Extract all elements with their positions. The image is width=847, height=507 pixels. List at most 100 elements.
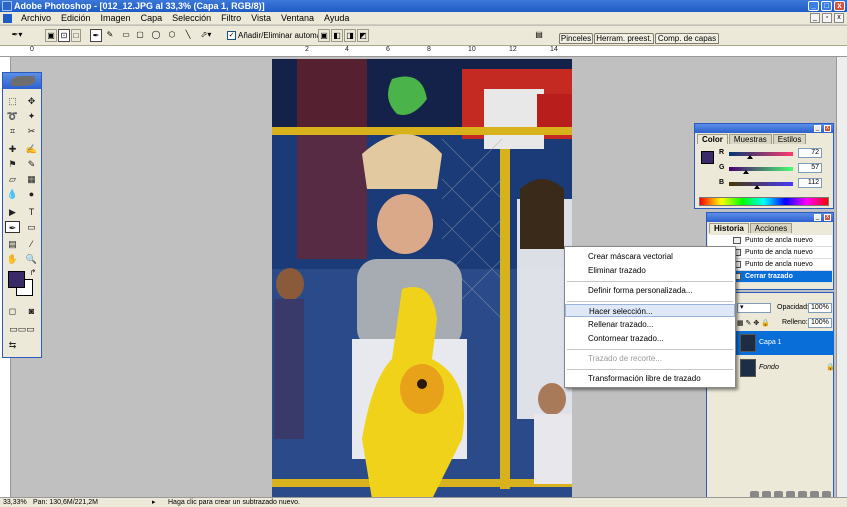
shape-layers-icon[interactable]: ▣: [45, 29, 57, 42]
minimize-button[interactable]: _: [808, 1, 819, 11]
panel-close-icon[interactable]: x: [824, 214, 831, 221]
panel-minimize-icon[interactable]: _: [814, 214, 821, 221]
photoshop-doc-icon[interactable]: [3, 14, 12, 23]
eyedropper-tool-icon[interactable]: ⁄: [24, 238, 39, 250]
intersect-path-area-icon[interactable]: ◨: [344, 29, 356, 42]
blur-tool-icon[interactable]: 💧: [5, 188, 20, 200]
move-tool-icon[interactable]: ✥: [24, 95, 39, 107]
menu-item-definir-forma[interactable]: Definir forma personalizada...: [565, 284, 735, 297]
ellipse-shape-icon[interactable]: ◯: [150, 29, 162, 42]
menu-capa[interactable]: Capa: [136, 13, 168, 23]
quick-mask-mode-icon[interactable]: ◙: [24, 305, 39, 317]
clone-stamp-tool-icon[interactable]: ⚑: [5, 158, 20, 170]
menu-vista[interactable]: Vista: [246, 13, 276, 23]
lock-icons[interactable]: ▦ ✎ ✥ 🔒: [737, 319, 770, 327]
red-slider[interactable]: R 72: [719, 148, 829, 159]
tab-muestras[interactable]: Muestras: [728, 134, 772, 144]
dodge-tool-icon[interactable]: ●: [24, 188, 39, 200]
tab-herram-preest[interactable]: Herram. preest.: [594, 33, 654, 44]
color-panel-foreground-swatch[interactable]: [701, 151, 714, 164]
jump-to-imageready-icon[interactable]: ⇆: [5, 339, 20, 351]
status-arrow-icon[interactable]: ▸: [152, 498, 156, 507]
blue-track[interactable]: [729, 182, 793, 186]
green-value-input[interactable]: 57: [798, 163, 822, 173]
blue-value-input[interactable]: 112: [798, 178, 822, 188]
type-tool-icon[interactable]: T: [24, 206, 39, 218]
tab-historia[interactable]: Historia: [709, 223, 749, 233]
color-spectrum-bar[interactable]: [699, 197, 829, 206]
pen-tool-preset-icon[interactable]: ✒▾: [6, 29, 28, 42]
document-image[interactable]: [272, 59, 572, 497]
line-shape-icon[interactable]: ╲: [182, 29, 194, 42]
blend-mode-select[interactable]: ▾: [737, 303, 771, 313]
add-remove-checkbox[interactable]: ✓: [227, 31, 236, 40]
panel-close-icon[interactable]: x: [824, 125, 831, 132]
blue-thumb[interactable]: [754, 185, 760, 189]
lasso-tool-icon[interactable]: ➰: [5, 110, 20, 122]
red-thumb[interactable]: [747, 155, 753, 159]
standard-mode-icon[interactable]: ◻: [5, 305, 20, 317]
add-path-area-icon[interactable]: ▣: [318, 29, 330, 42]
green-track[interactable]: [729, 167, 793, 171]
pen-tool-icon[interactable]: ✒: [5, 221, 20, 233]
subtract-path-area-icon[interactable]: ◧: [331, 29, 343, 42]
file-browser-icon[interactable]: ▤: [532, 29, 546, 42]
polygon-shape-icon[interactable]: ⬡: [166, 29, 178, 42]
opacity-input[interactable]: 100%: [808, 303, 832, 313]
menu-item-transformacion-libre[interactable]: Transformación libre de trazado: [565, 372, 735, 385]
green-slider[interactable]: G 57: [719, 163, 829, 174]
doc-restore-icon[interactable]: ▫: [822, 13, 832, 23]
marquee-tool-icon[interactable]: ⬚: [5, 95, 20, 107]
tab-comp-de-capas[interactable]: Comp. de capas: [655, 33, 719, 44]
history-brush-tool-icon[interactable]: ✎: [24, 158, 39, 170]
blue-slider[interactable]: B 112: [719, 178, 829, 189]
close-button[interactable]: x: [834, 1, 845, 11]
pen-icon[interactable]: ✒: [90, 29, 102, 42]
custom-shape-icon[interactable]: ⬀▾: [197, 29, 215, 42]
exclude-path-area-icon[interactable]: ◩: [357, 29, 369, 42]
red-value-input[interactable]: 72: [798, 148, 822, 158]
tab-pinceles[interactable]: Pinceles: [559, 33, 593, 44]
fill-input[interactable]: 100%: [808, 318, 832, 328]
gradient-tool-icon[interactable]: ▦: [24, 173, 39, 185]
slice-tool-icon[interactable]: ✂: [24, 125, 39, 137]
healing-brush-tool-icon[interactable]: ✚: [5, 143, 20, 155]
vertical-scrollbar[interactable]: [836, 57, 847, 497]
maximize-button[interactable]: □: [821, 1, 832, 11]
menu-item-rellenar-trazado[interactable]: Rellenar trazado...: [565, 318, 735, 331]
panel-minimize-icon[interactable]: _: [814, 125, 821, 132]
foreground-color-swatch[interactable]: [8, 271, 25, 288]
doc-close-icon[interactable]: x: [834, 13, 844, 23]
menu-imagen[interactable]: Imagen: [96, 13, 136, 23]
menu-item-crear-mascara-vectorial[interactable]: Crear máscara vectorial: [565, 250, 735, 263]
brush-tool-icon[interactable]: ✍: [24, 143, 39, 155]
menu-item-hacer-seleccion[interactable]: Hacer selección...: [565, 304, 735, 317]
crop-tool-icon[interactable]: ⌗: [5, 125, 20, 137]
green-thumb[interactable]: [743, 170, 749, 174]
hand-tool-icon[interactable]: ✋: [5, 253, 20, 265]
swap-colors-icon[interactable]: ↱: [28, 267, 38, 279]
rounded-rect-shape-icon[interactable]: ▢: [134, 29, 146, 42]
paths-mode-icon[interactable]: ⊡: [58, 29, 70, 42]
menu-item-eliminar-trazado[interactable]: Eliminar trazado: [565, 264, 735, 277]
menu-seleccion[interactable]: Selección: [167, 13, 216, 23]
menu-ventana[interactable]: Ventana: [276, 13, 319, 23]
doc-minimize-icon[interactable]: _: [810, 13, 820, 23]
menu-filtro[interactable]: Filtro: [216, 13, 246, 23]
tab-acciones[interactable]: Acciones: [749, 223, 793, 233]
zoom-tool-icon[interactable]: 🔍: [24, 253, 39, 265]
tab-color[interactable]: Color: [697, 134, 728, 144]
rectangle-shape-icon[interactable]: ▭: [120, 29, 132, 42]
magic-wand-tool-icon[interactable]: ✦: [24, 110, 39, 122]
zoom-level[interactable]: 33,33%: [3, 498, 27, 507]
path-selection-tool-icon[interactable]: ▶: [5, 206, 20, 218]
menu-edicion[interactable]: Edición: [56, 13, 96, 23]
freeform-pen-icon[interactable]: ✎: [104, 29, 116, 42]
screen-mode-icons[interactable]: ▭▭▭: [5, 323, 39, 335]
menu-archivo[interactable]: Archivo: [16, 13, 56, 23]
tab-estilos[interactable]: Estilos: [772, 134, 807, 144]
menu-item-contornear-trazado[interactable]: Contornear trazado...: [565, 332, 735, 345]
fill-pixels-icon[interactable]: □: [71, 29, 81, 42]
red-track[interactable]: [729, 152, 793, 156]
eraser-tool-icon[interactable]: ▱: [5, 173, 20, 185]
